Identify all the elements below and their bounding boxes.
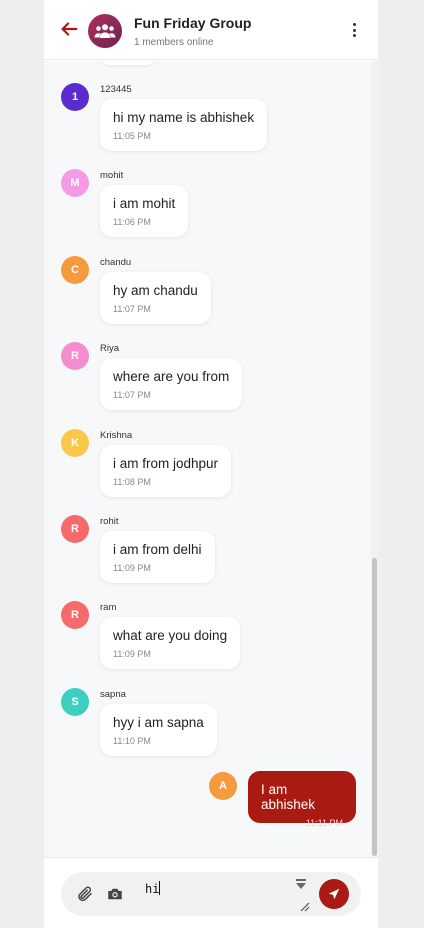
message-bubble: hy am chandu 11:07 PM [100, 271, 211, 324]
message-bubble: i am from jodhpur 11:08 PM [100, 444, 232, 497]
sender-name: chandu [100, 256, 132, 268]
message-time: 11:08 PM [113, 476, 151, 487]
message-time: 11:07 PM [113, 303, 151, 314]
avatar: A [209, 772, 237, 800]
message-row: Mmohit i am mohit 11:06 PM [44, 148, 364, 238]
chat-header: Fun Friday Group 1 members online [44, 0, 378, 60]
sender-name: ram [100, 602, 117, 614]
group-avatar[interactable] [88, 14, 122, 48]
message-bubble: i am mohit 11:06 PM [100, 185, 189, 238]
sender-name: sapna [100, 688, 126, 700]
message-row: Rram what are you doing 11:09 PM [44, 580, 364, 670]
sender-name: 123445 [100, 84, 132, 95]
avatar: R [61, 601, 89, 630]
input-container [61, 872, 361, 916]
message-text: hyy i am sapna [113, 714, 204, 730]
message-text: i am from delhi [113, 542, 202, 557]
message-text: i am mohit [113, 196, 176, 212]
scrollbar[interactable] [371, 61, 378, 857]
message-text: I am abhishek [261, 782, 316, 812]
camera-icon[interactable] [106, 885, 124, 903]
avatar: C [61, 255, 89, 284]
message-text: i am from jodhpur [113, 455, 219, 471]
avatar: K [61, 428, 89, 457]
sender-name: mohit [100, 170, 124, 182]
sender-name: Krishna [100, 429, 133, 441]
message-bubble: where are you from 11:07 PM [100, 358, 243, 411]
avatar: R [61, 342, 89, 371]
resize-handle-icon[interactable] [298, 900, 310, 912]
message-row: Ssapna hyy i am sapna 11:10 PM [44, 667, 364, 756]
message-list[interactable]: 1 123445 hi my name is abhishek 11:05 PM Mmo… [44, 61, 378, 857]
online-status: 1 members online [134, 37, 214, 48]
message-bubble: what are you doing 11:09 PM [100, 617, 241, 670]
sender-name: Riya [100, 343, 120, 355]
my-message-bubble: I am abhishek 11:11 PM [248, 771, 356, 828]
chat-app: Fun Friday Group 1 members online 1 12344… [44, 0, 378, 928]
message-row: 1 123445 hi my name is abhishek 11:05 PM [44, 62, 364, 151]
message-input[interactable] [145, 880, 287, 898]
send-icon [328, 888, 340, 900]
paperclip-icon[interactable] [76, 885, 94, 903]
message-bubble: hi my name is abhishek 11:05 PM [100, 99, 268, 151]
message-composer [44, 857, 378, 928]
message-row: Cchandu hy am chandu 11:07 PM [44, 235, 364, 324]
message-time: 11:10 PM [113, 735, 151, 746]
kebab-menu-icon[interactable] [346, 20, 362, 40]
message-time: 11:06 PM [113, 217, 151, 228]
message-text: hy am chandu [113, 282, 198, 298]
avatar: M [61, 169, 89, 198]
message-bubble: hyy i am sapna 11:10 PM [100, 703, 217, 756]
sender-name: rohit [100, 516, 119, 527]
message-time: 11:11 PM [305, 818, 343, 828]
message-time: 11:09 PM [113, 649, 151, 660]
message-bubble: i am from delhi 11:09 PM [100, 531, 215, 583]
back-arrow-icon[interactable] [58, 18, 80, 40]
avatar: 1 [61, 83, 89, 111]
message-text: where are you from [113, 369, 230, 385]
message-time: 11:05 PM [113, 131, 151, 141]
message-text: hi my name is abhishek [113, 110, 255, 125]
group-icon [94, 24, 116, 38]
avatar: R [61, 515, 89, 543]
message-row: Rrohit i am from delhi 11:09 PM [44, 494, 364, 583]
message-time: 11:09 PM [113, 563, 151, 573]
message-row: K Krishna i am from jodhpur 11:08 PM [44, 408, 364, 497]
send-button[interactable] [319, 879, 349, 909]
message-row: R Riya where are you from 11:07 PM [44, 321, 364, 411]
message-time: 11:07 PM [113, 390, 151, 401]
avatar: S [61, 687, 89, 716]
scrollbar-thumb[interactable] [372, 558, 377, 856]
group-title: Fun Friday Group [134, 15, 252, 31]
spinner-icon[interactable] [294, 878, 308, 892]
text-cursor [159, 881, 160, 895]
message-text: what are you doing [113, 628, 228, 644]
